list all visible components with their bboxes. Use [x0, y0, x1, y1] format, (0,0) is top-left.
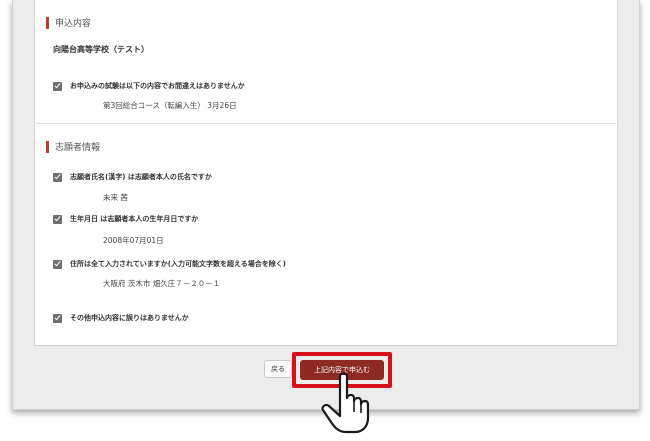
- check-question: その他申込内容に誤りはありませんか: [70, 314, 189, 322]
- check-question: 住所は全て入力されていますか(入力可能文字数を超える場合を除く): [70, 260, 286, 268]
- application-check-row[interactable]: お申込みの試験は以下の内容でお間違えはありませんか: [53, 81, 245, 91]
- applicant-name-answer: 未来 茜: [103, 193, 128, 202]
- birthdate-check-row[interactable]: 生年月日 は志願者本人の生年月日ですか: [53, 214, 198, 224]
- section-divider: [34, 123, 618, 124]
- checkbox-checked-icon[interactable]: [53, 81, 62, 91]
- section-accent-bar: [46, 16, 49, 29]
- address-check-row[interactable]: 住所は全て入力されていますか(入力可能文字数を超える場合を除く): [53, 259, 286, 269]
- section-heading-applicant: 志願者情報: [46, 140, 100, 153]
- final-check-row[interactable]: その他申込内容に誤りはありませんか: [53, 313, 189, 323]
- applicant-name-check-row[interactable]: 志願者氏名(漢字) は志願者本人の氏名ですか: [53, 172, 212, 182]
- check-question: 志願者氏名(漢字) は志願者本人の氏名ですか: [70, 173, 212, 181]
- checkbox-checked-icon[interactable]: [53, 172, 62, 182]
- section-title: 志願者情報: [55, 143, 101, 153]
- school-name: 向陽台高等学校（テスト）: [53, 45, 149, 54]
- section-accent-bar: [46, 140, 49, 153]
- application-answer: 第3回総合コース（転編入生） 3月26日: [103, 101, 237, 110]
- hand-pointer-icon: [321, 372, 370, 434]
- checkbox-checked-icon[interactable]: [53, 259, 62, 269]
- checkbox-checked-icon[interactable]: [53, 313, 62, 323]
- birthdate-answer: 2008年07月01日: [103, 236, 164, 245]
- section-heading-application: 申込内容: [46, 16, 91, 29]
- check-question: 生年月日 は志願者本人の生年月日ですか: [70, 215, 199, 223]
- check-question: お申込みの試験は以下の内容でお間違えはありませんか: [70, 82, 245, 90]
- address-answer: 大阪府 茨木市 畑久庄７－２０－１: [103, 279, 221, 288]
- back-button[interactable]: 戻る: [264, 360, 292, 378]
- checkbox-checked-icon[interactable]: [53, 214, 62, 224]
- section-title: 申込内容: [55, 19, 92, 29]
